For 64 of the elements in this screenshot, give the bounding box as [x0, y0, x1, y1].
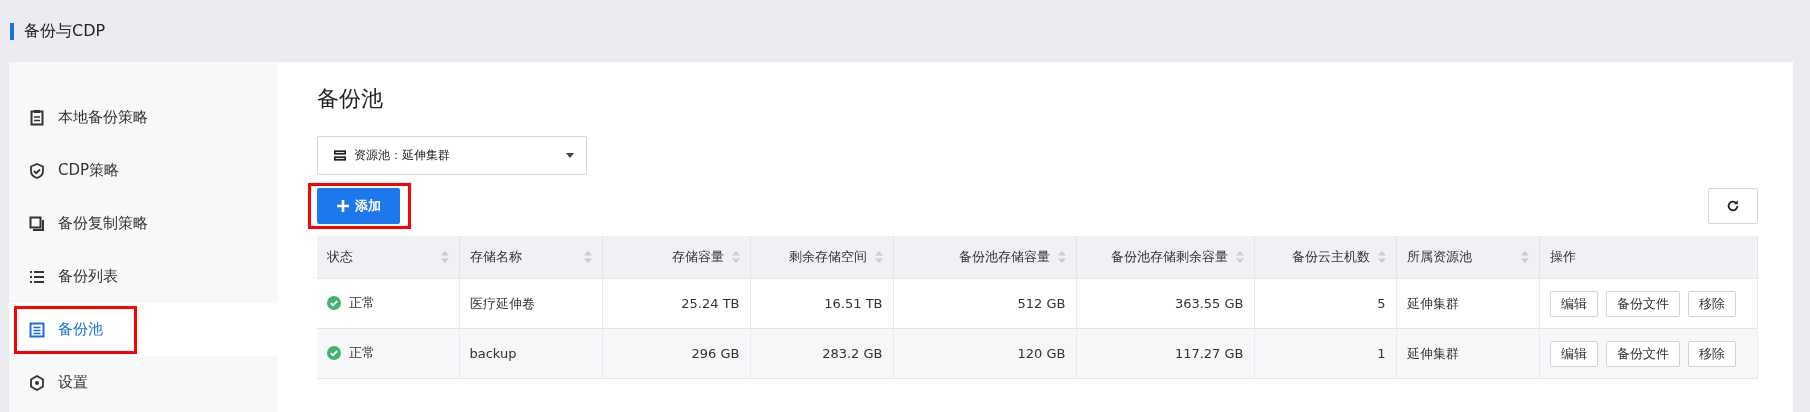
column-header[interactable]: 存储名称: [459, 236, 602, 279]
sort-icon: [874, 251, 883, 263]
copy-icon: [29, 215, 45, 232]
check-circle-icon: [327, 296, 341, 310]
table-cell: 25.24 TB: [602, 278, 750, 329]
sidebar-item[interactable]: 备份列表: [9, 250, 278, 303]
refresh-button[interactable]: [1707, 187, 1758, 224]
sidebar-item[interactable]: 本地备份策略: [9, 91, 278, 144]
add-button[interactable]: 添加: [317, 187, 400, 224]
sort-icon: [1057, 251, 1066, 263]
sidebar-item[interactable]: 备份池: [9, 303, 278, 356]
column-header[interactable]: 状态: [317, 236, 459, 279]
status-text: 正常: [349, 344, 375, 362]
sort-icon: [1377, 251, 1386, 263]
check-circle-icon: [327, 346, 341, 360]
action-button[interactable]: 备份文件: [1605, 340, 1680, 367]
plus-icon: [336, 199, 349, 212]
list-box-icon: [29, 321, 45, 338]
table-cell: 296 GB: [602, 328, 750, 379]
table-cell: 延伸集群: [1396, 278, 1539, 329]
document-icon: [29, 109, 45, 126]
column-header[interactable]: 所属资源池: [1396, 236, 1539, 279]
column-header[interactable]: 存储容量: [602, 236, 750, 279]
column-header[interactable]: 备份池存储剩余容量: [1076, 236, 1254, 279]
caret-icon: [566, 153, 574, 158]
column-header[interactable]: 操作: [1539, 236, 1757, 279]
status-text: 正常: [349, 294, 375, 312]
table-cell: 117.27 GB: [1076, 328, 1254, 379]
action-button[interactable]: 移除: [1687, 290, 1736, 317]
table-cell: 1: [1254, 328, 1396, 379]
table-cell: 120 GB: [893, 328, 1076, 379]
table-cell: 16.51 TB: [750, 278, 893, 329]
table-cell: 363.55 GB: [1076, 278, 1254, 329]
server-icon: [334, 150, 346, 161]
sort-icon: [1235, 251, 1244, 263]
accent-bar: [10, 22, 14, 40]
sidebar-item[interactable]: CDP策略: [9, 144, 278, 197]
sort-icon: [440, 251, 449, 263]
column-header[interactable]: 备份云主机数: [1254, 236, 1396, 279]
dropdown-value: 资源池：延伸集群: [354, 147, 451, 164]
settings-icon: [29, 374, 45, 391]
table-cell: 延伸集群: [1396, 328, 1539, 379]
table-cell: 5: [1254, 278, 1396, 329]
column-header[interactable]: 剩余存储空间: [750, 236, 893, 279]
refresh-icon: [1725, 198, 1740, 213]
page-title: 备份池: [317, 85, 384, 113]
page-header-title: 备份与CDP: [24, 20, 106, 42]
action-button[interactable]: 移除: [1687, 340, 1736, 367]
sort-icon: [1520, 251, 1529, 263]
sort-icon: [731, 251, 740, 263]
table-cell: 512 GB: [893, 278, 1076, 329]
list-icon: [29, 268, 45, 285]
pool-dropdown[interactable]: 资源池：延伸集群: [317, 136, 587, 175]
table-cell: backup: [459, 328, 602, 379]
table-cell: 医疗延伸卷: [459, 278, 602, 329]
shield-icon: [29, 162, 45, 179]
column-header[interactable]: 备份池存储容量: [893, 236, 1076, 279]
sort-icon: [583, 251, 592, 263]
action-button[interactable]: 编辑: [1549, 290, 1598, 317]
sidebar-item[interactable]: 备份复制策略: [9, 197, 278, 250]
table-cell: 283.2 GB: [750, 328, 893, 379]
action-button[interactable]: 备份文件: [1605, 290, 1680, 317]
action-button[interactable]: 编辑: [1549, 340, 1598, 367]
sidebar-item[interactable]: 设置: [9, 356, 278, 409]
